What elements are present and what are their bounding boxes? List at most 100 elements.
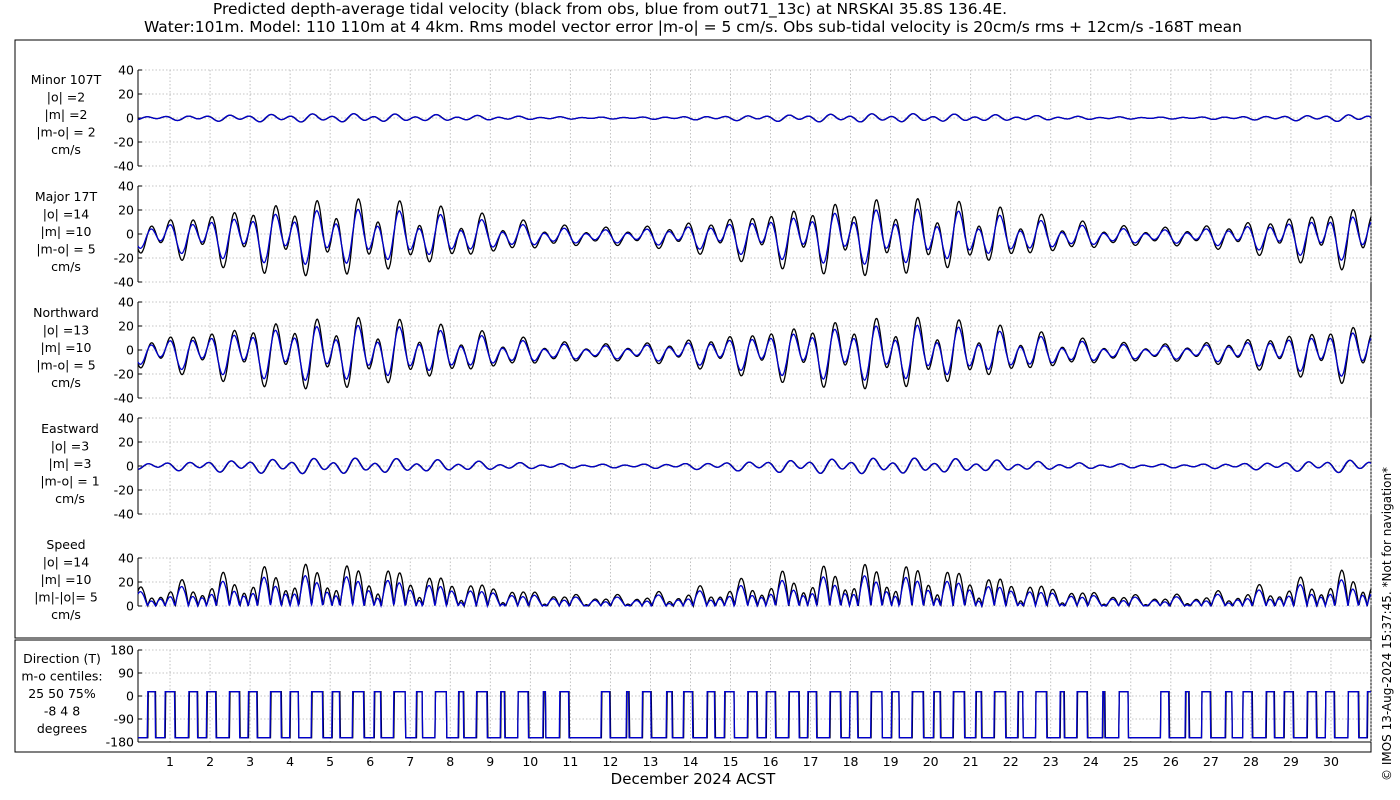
panel-label-speed: |m|-|o|= 5 [34, 590, 98, 605]
y-tick-label: -40 [114, 159, 134, 174]
panel-label-northward: |m| =10 [41, 340, 92, 355]
panel-label-northward: cm/s [51, 375, 81, 390]
panel-label-northward: |o| =13 [43, 323, 89, 338]
y-tick-label: 40 [118, 551, 134, 566]
x-tick-label: 5 [326, 754, 334, 769]
x-tick-label: 17 [803, 754, 819, 769]
y-tick-label: 20 [118, 435, 134, 450]
panel-label-eastward: |m| =3 [49, 456, 92, 471]
panel-label-minor: |m-o| = 2 [36, 125, 95, 140]
outer-frame-top [14, 39, 1372, 639]
x-tick-label: 10 [522, 754, 538, 769]
panel-label-minor: |m| =2 [45, 107, 88, 122]
series-model-major [137, 208, 1372, 266]
tidal-velocity-chart: 40200-20-4040200-20-4040200-20-4040200-2… [14, 39, 1372, 788]
y-tick-label: -40 [114, 507, 134, 522]
x-tick-label: 26 [1163, 754, 1179, 769]
y-tick-label: 0 [126, 599, 134, 614]
y-tick-label: -20 [114, 251, 134, 266]
x-tick-label: 12 [602, 754, 618, 769]
label-layer: Minor 107T |o| =2 |m| =2 |m-o| = 2 cm/s Major… [21, 72, 102, 736]
panel-label-direction: m-o centiles: [21, 669, 102, 684]
y-tick-label: 0 [126, 111, 134, 126]
y-tick-label: 0 [126, 227, 134, 242]
y-tick-label: 40 [118, 179, 134, 194]
panel-label-major: |m-o| = 5 [36, 242, 95, 257]
y-tick-label: 0 [126, 343, 134, 358]
y-tick-label: 40 [118, 295, 134, 310]
y-tick-label: -20 [114, 135, 134, 150]
axes-layer: 40200-20-4040200-20-4040200-20-4040200-2… [106, 63, 1371, 769]
x-tick-label: 14 [682, 754, 698, 769]
x-tick-label: 30 [1323, 754, 1339, 769]
y-tick-label: -40 [114, 275, 134, 290]
y-tick-label: 20 [118, 319, 134, 334]
series-model-eastward [137, 457, 1372, 475]
series-model-northward [137, 324, 1372, 382]
y-tick-label: 0 [126, 459, 134, 474]
y-tick-label: -90 [114, 712, 134, 727]
panel-label-major: |o| =14 [43, 207, 89, 222]
x-tick-label: 18 [843, 754, 859, 769]
x-tick-label: 2 [206, 754, 214, 769]
panel-label-eastward: Eastward [41, 421, 99, 436]
y-tick-label: 40 [118, 411, 134, 426]
x-tick-label: 13 [642, 754, 658, 769]
panel-label-minor: Minor 107T [31, 72, 102, 87]
x-tick-label: 16 [763, 754, 779, 769]
x-tick-label: 9 [486, 754, 494, 769]
series-layer [137, 113, 1372, 739]
y-tick-label: 0 [126, 689, 134, 704]
panel-label-minor: cm/s [51, 142, 81, 157]
x-tick-label: 7 [406, 754, 414, 769]
y-tick-label: 90 [118, 666, 134, 681]
panel-label-eastward: |m-o| = 1 [40, 474, 99, 489]
y-tick-label: 40 [118, 63, 134, 78]
panel-label-direction: degrees [37, 721, 87, 736]
x-tick-label: 11 [562, 754, 578, 769]
x-tick-label: 23 [1043, 754, 1059, 769]
panel-label-major: |m| =10 [41, 224, 92, 239]
panel-label-speed: Speed [46, 537, 85, 552]
x-tick-label: 1 [166, 754, 174, 769]
panel-label-direction: Direction (T) [23, 651, 101, 666]
x-tick-label: 19 [883, 754, 899, 769]
y-tick-label: -20 [114, 483, 134, 498]
y-tick-label: 20 [118, 87, 134, 102]
series-model-minor [137, 113, 1372, 123]
panel-label-eastward: |o| =3 [51, 439, 89, 454]
panel-label-speed: |m| =10 [41, 572, 92, 587]
panel-label-speed: cm/s [51, 607, 81, 622]
x-tick-label: 4 [286, 754, 294, 769]
y-tick-label: 20 [118, 575, 134, 590]
grid-layer [138, 69, 1372, 743]
x-tick-label: 20 [923, 754, 939, 769]
x-tick-label: 3 [246, 754, 254, 769]
x-tick-label: 15 [723, 754, 739, 769]
x-tick-label: 25 [1123, 754, 1139, 769]
y-tick-label: -180 [106, 735, 134, 750]
x-tick-label: 8 [446, 754, 454, 769]
y-tick-label: -20 [114, 367, 134, 382]
panel-label-northward: |m-o| = 5 [36, 358, 95, 373]
x-tick-label: 27 [1203, 754, 1219, 769]
x-tick-label: 29 [1283, 754, 1299, 769]
y-tick-label: 180 [110, 643, 134, 658]
x-axis-label: December 2024 ACST [611, 770, 776, 788]
series-model-speed [137, 574, 1372, 609]
panel-label-direction: 25 50 75% [28, 686, 96, 701]
panel-label-major: cm/s [51, 259, 81, 274]
y-tick-label: 20 [118, 203, 134, 218]
panel-label-major: Major 17T [35, 189, 98, 204]
x-tick-label: 22 [1003, 754, 1019, 769]
x-tick-label: 28 [1243, 754, 1259, 769]
y-tick-label: -40 [114, 391, 134, 406]
panel-label-speed: |o| =14 [43, 555, 89, 570]
x-tick-label: 6 [366, 754, 374, 769]
panel-label-eastward: cm/s [55, 491, 85, 506]
panel-label-direction: -8 4 8 [44, 704, 80, 719]
x-tick-label: 21 [963, 754, 979, 769]
x-tick-label: 24 [1083, 754, 1099, 769]
panel-label-minor: |o| =2 [47, 90, 85, 105]
panel-label-northward: Northward [33, 305, 99, 320]
